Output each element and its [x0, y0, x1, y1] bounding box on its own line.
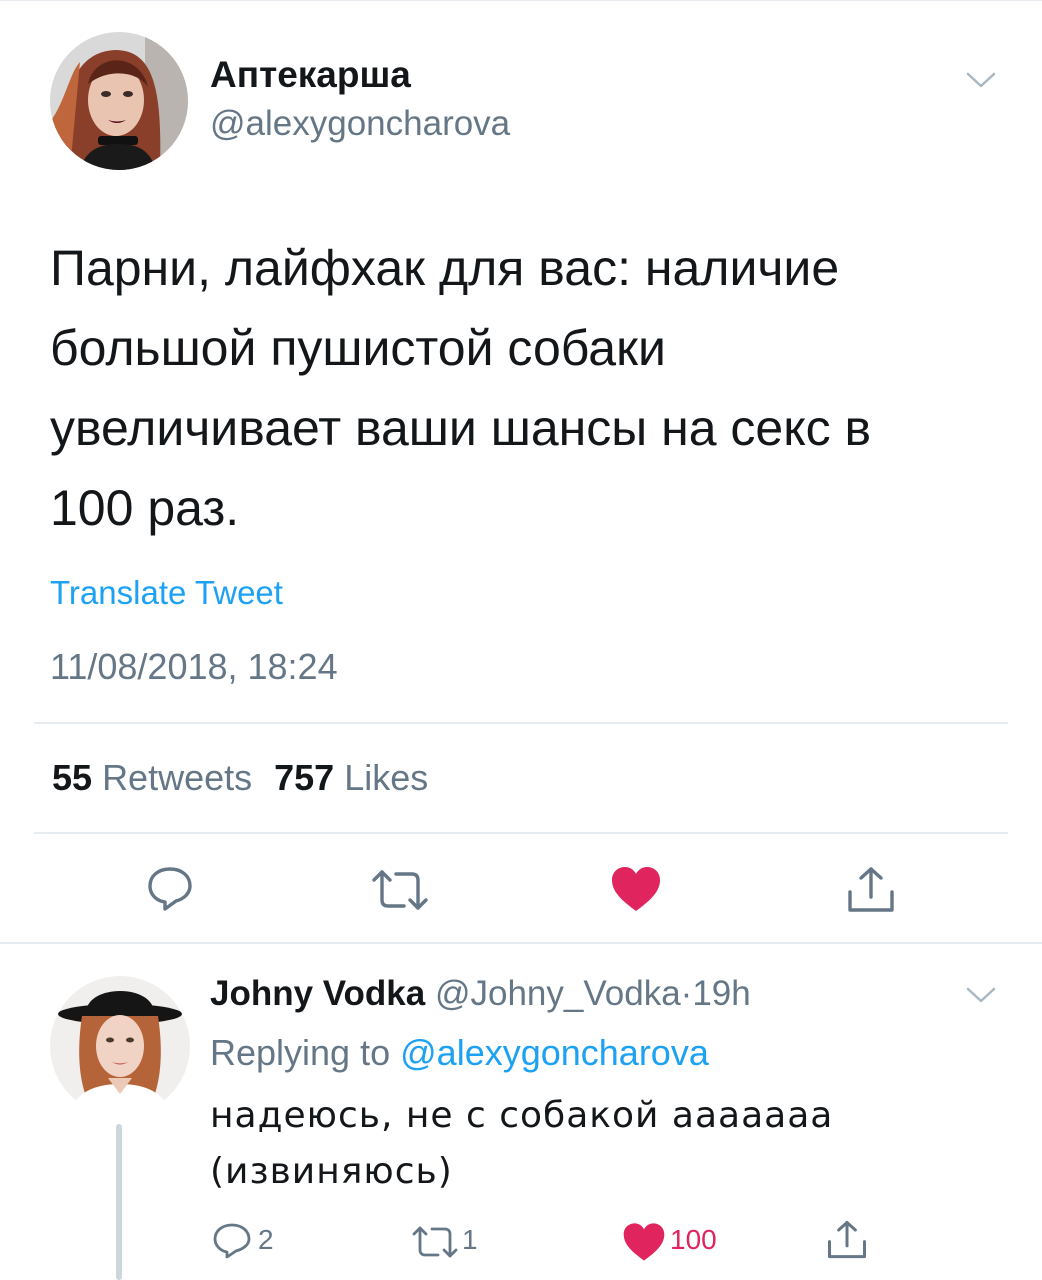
reply-icon[interactable]: [212, 1222, 252, 1260]
tweet-text-line: 100 раз.: [50, 480, 240, 536]
retweet-icon[interactable]: [410, 1224, 460, 1260]
retweets-label: Retweets: [102, 757, 253, 798]
retweets-count: 55: [52, 757, 93, 798]
like-icon-filled[interactable]: [622, 1222, 666, 1262]
reply-text: надеюсь, не с собакой ааааааа (извиняюсь…: [210, 1088, 833, 1200]
tweet-stats: 55 Retweets 757 Likes: [52, 757, 428, 799]
author-display-name[interactable]: Аптекарша: [210, 54, 411, 96]
divider: [0, 942, 1042, 944]
translate-tweet-link[interactable]: Translate Tweet: [50, 574, 283, 612]
retweet-count: 1: [462, 1224, 478, 1255]
reply-text-line: (извиняюсь): [210, 1151, 453, 1192]
top-divider: [0, 0, 1042, 1]
author-avatar[interactable]: [50, 32, 188, 170]
tweet-text-line: Парни, лайфхак для вас: наличие: [50, 240, 840, 296]
replying-to-mention[interactable]: @alexygoncharova: [400, 1032, 709, 1073]
replying-prefix: Replying to: [210, 1032, 391, 1073]
reply-header: Johny Vodka @Johny_Vodka·19h: [210, 974, 751, 1014]
reply-text-line: надеюсь, не с собакой ааааааа: [210, 1095, 834, 1136]
reply-time[interactable]: 19h: [692, 974, 750, 1013]
author-handle[interactable]: @alexygoncharova: [210, 104, 510, 144]
replying-to: Replying to @alexygoncharova: [210, 1032, 709, 1074]
likes-count: 757: [274, 757, 335, 798]
tweet-timestamp: 11/08/2018, 18:24: [50, 646, 338, 687]
tweet-text-line: увеличивает ваши шансы на секс в: [50, 400, 872, 456]
header-separator: ·: [680, 974, 693, 1013]
likes-label: Likes: [344, 757, 429, 798]
tweet-text-line: большой пушистой собаки: [50, 320, 666, 376]
tweet-text: Парни, лайфхак для вас: наличие большой …: [50, 228, 1010, 548]
divider: [34, 722, 1008, 724]
like-icon-filled[interactable]: [610, 866, 662, 912]
reply-count: 2: [258, 1224, 274, 1255]
retweet-icon[interactable]: [370, 868, 430, 912]
chevron-down-icon[interactable]: [966, 71, 996, 89]
share-icon[interactable]: [846, 866, 896, 914]
like-count: 100: [670, 1224, 717, 1255]
reply-icon[interactable]: [146, 866, 194, 912]
divider: [34, 832, 1008, 834]
reply-author-display-name[interactable]: Johny Vodka: [210, 974, 425, 1013]
reply-author-avatar[interactable]: [50, 976, 190, 1116]
reply-author-handle[interactable]: @Johny_Vodka: [435, 974, 681, 1013]
share-icon[interactable]: [826, 1220, 868, 1260]
chevron-down-icon[interactable]: [966, 986, 996, 1004]
retweets-stat[interactable]: 55 Retweets: [52, 757, 252, 798]
likes-stat[interactable]: 757 Likes: [274, 757, 428, 798]
thread-line: [116, 1124, 122, 1280]
